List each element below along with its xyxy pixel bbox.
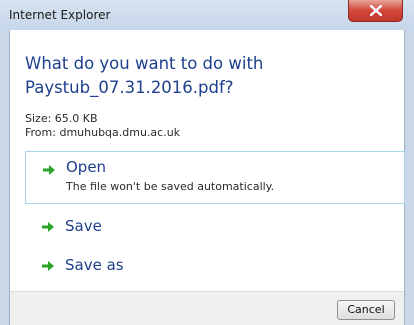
option-save-as[interactable]: Save as [25,250,405,282]
green-arrow-icon [42,261,54,271]
window-title: Internet Explorer [9,8,111,22]
close-icon [370,5,382,16]
file-source: From: dmuhubqa.dmu.ac.uk [25,126,181,139]
file-size: Size: 65.0 KB [25,112,98,125]
option-save-as-label: Save as [65,256,124,274]
close-button[interactable] [348,0,403,22]
option-open-description: The file won't be saved automatically. [66,180,275,193]
green-arrow-icon [43,165,55,175]
option-open-label: Open [66,158,107,176]
heading-filename: Paystub_07.31.2016.pdf? [25,78,234,97]
dialog-window: Internet Explorer What do you want to do… [0,0,414,325]
heading-line-1: What do you want to do with [25,54,264,73]
option-open[interactable]: Open The file won't be saved automatical… [25,151,405,204]
option-save-label: Save [65,217,102,235]
title-bar[interactable]: Internet Explorer [0,0,414,30]
cancel-button[interactable]: Cancel [337,300,395,320]
green-arrow-icon [42,222,54,232]
dialog-heading: What do you want to do with Paystub_07.3… [25,52,385,100]
option-save[interactable]: Save [25,211,405,243]
